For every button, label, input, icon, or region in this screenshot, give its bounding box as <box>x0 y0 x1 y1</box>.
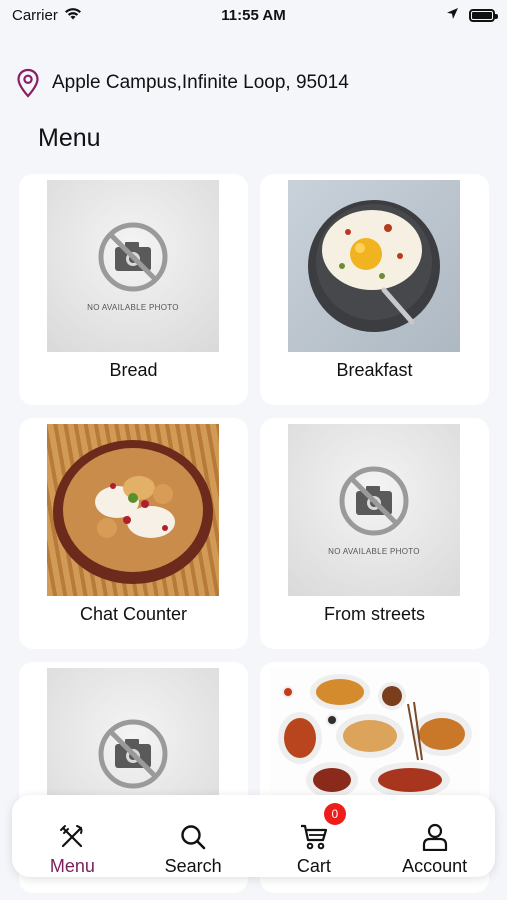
no-photo-placeholder: NO AVAILABLE PHOTO <box>288 424 460 596</box>
category-label: Bread <box>109 360 158 380</box>
tab-account[interactable]: Account <box>380 795 490 877</box>
category-card-breakfast[interactable]: Breakfast <box>260 174 489 405</box>
carrier-label: Carrier <box>12 6 58 24</box>
tab-search[interactable]: Search <box>138 795 248 877</box>
no-photo-text: NO AVAILABLE PHOTO <box>87 302 179 312</box>
search-icon <box>180 823 206 851</box>
status-bar: Carrier 11:55 AM <box>0 0 507 30</box>
cart-icon: 0 <box>300 803 346 851</box>
category-label: Breakfast <box>336 360 413 380</box>
status-left: Carrier <box>12 7 82 24</box>
delivery-location[interactable]: Apple Campus,Infinite Loop, 95014 <box>16 68 349 98</box>
status-right <box>446 7 498 24</box>
page-title: Menu <box>38 124 101 152</box>
camera-unavailable-icon <box>98 719 168 789</box>
chat-counter-photo <box>47 424 219 596</box>
category-label: From streets <box>323 604 425 624</box>
category-grid: NO AVAILABLE PHOTO Bread Breakfast Chat … <box>19 174 489 893</box>
location-pin-icon <box>16 68 40 98</box>
wifi-icon <box>64 7 82 24</box>
camera-unavailable-icon <box>339 466 409 535</box>
utensils-icon <box>59 823 85 851</box>
category-card-from-streets[interactable]: NO AVAILABLE PHOTO From streets <box>260 418 489 649</box>
tab-label: Search <box>164 856 222 876</box>
category-card-bread[interactable]: NO AVAILABLE PHOTO Bread <box>19 174 248 405</box>
tab-label: Cart <box>296 856 331 876</box>
cart-count-badge: 0 <box>323 803 346 825</box>
tab-label: Account <box>402 856 468 876</box>
location-address: Apple Campus,Infinite Loop, 95014 <box>52 72 349 93</box>
tab-label: Menu <box>49 856 95 876</box>
tab-menu[interactable]: Menu <box>17 795 127 877</box>
tab-cart[interactable]: 0 Cart <box>259 795 369 877</box>
category-label: Chat Counter <box>79 604 188 624</box>
bottom-tab-bar: Menu Search 0 Cart Account <box>12 795 495 877</box>
no-photo-text: NO AVAILABLE PHOTO <box>328 546 420 556</box>
battery-icon <box>469 8 498 22</box>
camera-unavailable-icon <box>98 222 168 291</box>
no-photo-placeholder: NO AVAILABLE PHOTO <box>47 180 219 352</box>
category-card-chat-counter[interactable]: Chat Counter <box>19 418 248 649</box>
breakfast-photo <box>288 180 460 352</box>
location-arrow-icon <box>446 7 459 24</box>
user-icon <box>422 823 448 851</box>
